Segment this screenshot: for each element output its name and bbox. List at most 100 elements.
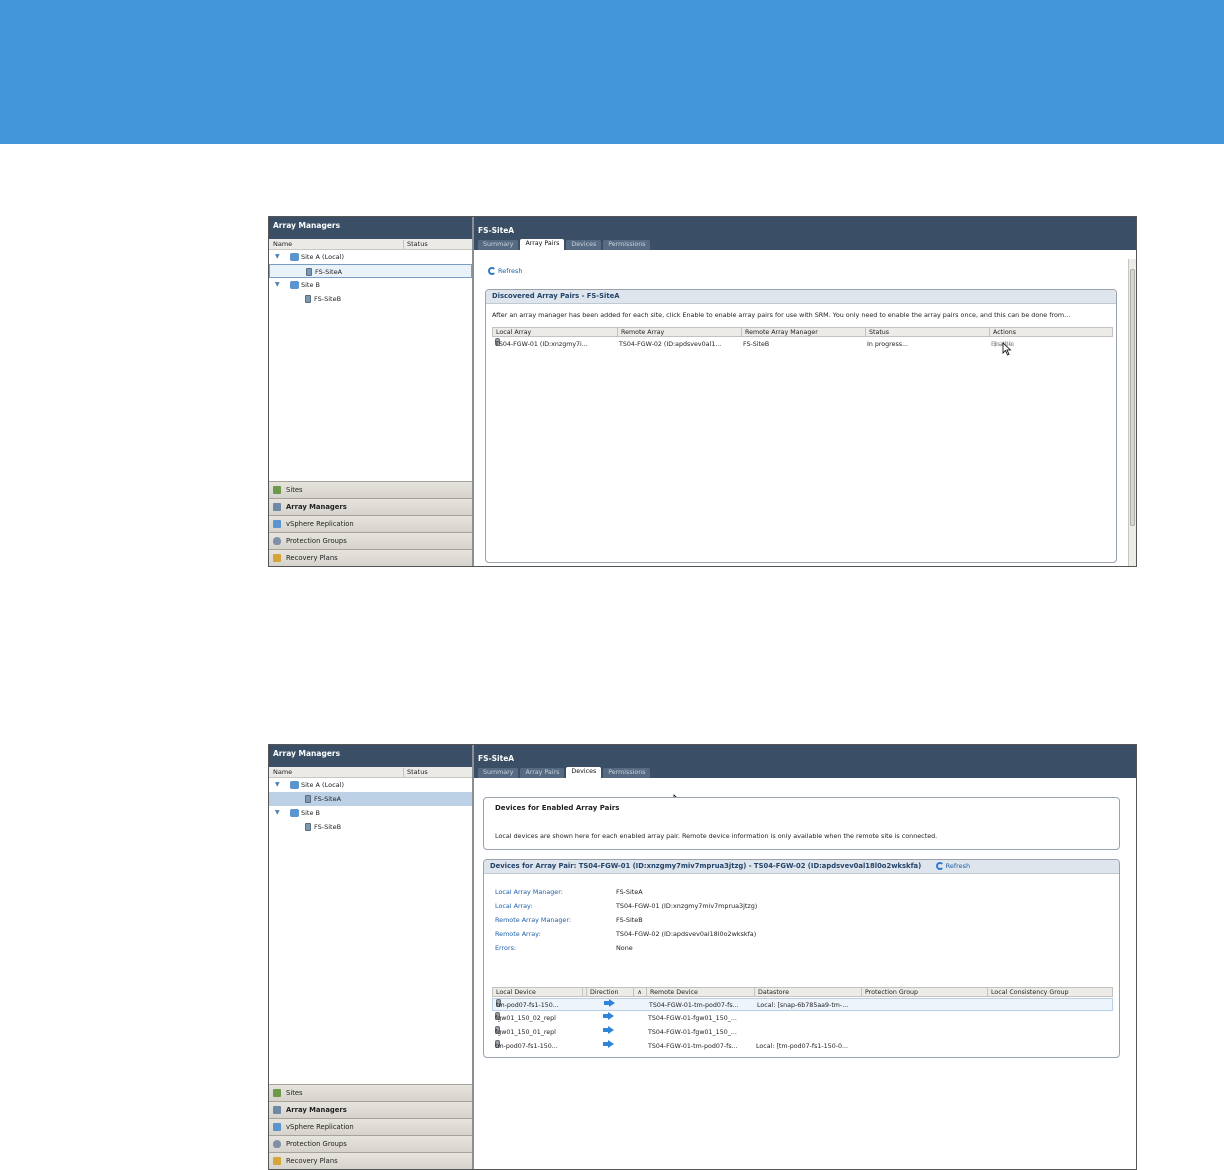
table-row[interactable]: TS04-FGW-01 (ID:xnzgmy7i... TS04-FGW-02 …	[492, 338, 1113, 351]
tab-bar: Summary Array Pairs Devices Permissions	[478, 767, 652, 778]
array-manager-icon	[306, 268, 312, 276]
page-title: FS-SiteA	[478, 754, 515, 763]
tree-item-site-b[interactable]: ▼ Site B	[269, 278, 472, 292]
recovery-plan-icon	[273, 554, 281, 562]
tab-array-pairs[interactable]: Array Pairs	[520, 768, 565, 778]
table-row[interactable]: fgw01_150_02_repl TS04-FGW-01-fgw01_150_…	[492, 1012, 1113, 1025]
tab-permissions[interactable]: Permissions	[603, 240, 651, 250]
tree-item-site-b[interactable]: ▼ Site B	[269, 806, 472, 820]
srm-window-array-pairs: Array Managers Name Status ▼ Site A (Loc…	[268, 216, 1137, 567]
panel-description: After an array manager has been added fo…	[492, 311, 1071, 319]
nav-recovery-plans[interactable]: Recovery Plans	[269, 549, 472, 566]
tree-item-site-a[interactable]: ▼ Site A (Local)	[269, 778, 472, 792]
col-local-array[interactable]: Local Array	[493, 328, 531, 337]
prop-value: FS-SiteB	[616, 916, 643, 924]
info-description: Local devices are shown here for each en…	[495, 832, 938, 840]
tree-item-fs-siteb[interactable]: FS-SiteB	[269, 820, 472, 834]
nav-sites[interactable]: Sites	[269, 481, 472, 498]
left-pane-title: Array Managers	[269, 745, 472, 767]
devices-table-header: Local Device Direction ∧ Remote Device Da…	[492, 987, 1113, 997]
tab-devices[interactable]: Devices	[566, 767, 602, 778]
expand-arrow-icon[interactable]: ▼	[275, 278, 280, 292]
scrollbar-thumb[interactable]	[1130, 269, 1135, 526]
tree-item-site-a[interactable]: ▼ Site A (Local)	[269, 250, 472, 264]
col-local-device[interactable]: Local Device	[493, 988, 536, 997]
col-datastore[interactable]: Datastore	[754, 988, 789, 997]
direction-arrow-icon	[603, 1040, 614, 1048]
col-protection-group[interactable]: Protection Group	[861, 988, 918, 997]
table-row[interactable]: tm-pod07-fs1-150... TS04-FGW-01-tm-pod07…	[492, 998, 1113, 1011]
column-status[interactable]: Status	[403, 240, 428, 249]
table-row[interactable]: tm-pod07-fs1-150... TS04-FGW-01-tm-pod07…	[492, 1040, 1113, 1053]
column-status[interactable]: Status	[403, 768, 428, 777]
mouse-cursor-icon	[1002, 342, 1012, 356]
tree-item-fs-siteb[interactable]: FS-SiteB	[269, 292, 472, 306]
page-title: FS-SiteA	[478, 226, 515, 235]
discovered-array-pairs-panel: Discovered Array Pairs - FS-SiteA After …	[485, 289, 1117, 563]
shield-icon	[273, 1140, 281, 1148]
srm-window-devices: Array Managers Name Status ▼ Site A (Loc…	[268, 744, 1137, 1170]
array-manager-icon	[305, 295, 311, 303]
tab-devices[interactable]: Devices	[566, 240, 602, 250]
nav-recovery-plans[interactable]: Recovery Plans	[269, 1152, 472, 1169]
refresh-link[interactable]: Refresh	[935, 862, 970, 870]
info-title: Devices for Enabled Array Pairs	[495, 804, 620, 812]
prop-value: None	[616, 944, 633, 952]
prop-value: FS-SiteA	[616, 888, 643, 896]
right-pane: FS-SiteA Summary Array Pairs Devices Per…	[474, 745, 1136, 1169]
sites-icon	[273, 486, 281, 494]
tab-summary[interactable]: Summary	[478, 240, 519, 250]
prop-label: Remote Array Manager:	[495, 916, 571, 924]
col-local-consistency-group[interactable]: Local Consistency Group	[987, 988, 1069, 997]
refresh-icon	[488, 267, 496, 275]
col-actions[interactable]: Actions	[989, 328, 1016, 337]
sort-ascending-icon: ∧	[633, 988, 642, 997]
site-icon	[290, 809, 299, 817]
prop-value: TS04-FGW-01 (ID:xnzgmy7miv7mprua3jtzg)	[616, 902, 758, 910]
nav-vsphere-replication[interactable]: vSphere Replication	[269, 1118, 472, 1135]
column-name[interactable]: Name	[273, 240, 292, 248]
prop-value: TS04-FGW-02 (ID:apdsvev0al18l0o2wkskfa)	[616, 930, 757, 938]
site-icon	[290, 253, 299, 261]
expand-arrow-icon[interactable]: ▼	[275, 806, 280, 820]
shield-icon	[273, 537, 281, 545]
nav-vsphere-replication[interactable]: vSphere Replication	[269, 515, 472, 532]
direction-arrow-icon	[603, 1012, 614, 1020]
tab-summary[interactable]: Summary	[478, 768, 519, 778]
expand-arrow-icon[interactable]: ▼	[275, 778, 280, 792]
array-pairs-table-header: Local Array Remote Array Remote Array Ma…	[492, 327, 1113, 337]
refresh-link[interactable]: Refresh	[488, 267, 523, 275]
col-remote-array-manager[interactable]: Remote Array Manager	[741, 328, 818, 337]
devices-info-panel: Devices for Enabled Array Pairs Local de…	[483, 797, 1120, 850]
nav-stack: Sites Array Managers vSphere Replication…	[269, 1084, 472, 1169]
nav-array-managers[interactable]: Array Managers	[269, 498, 472, 515]
array-manager-icon	[305, 823, 311, 831]
col-direction[interactable]: Direction ∧	[582, 988, 646, 997]
prop-label: Local Array:	[495, 902, 533, 910]
array-manager-icon	[305, 795, 311, 803]
tab-permissions[interactable]: Permissions	[603, 768, 651, 778]
col-status[interactable]: Status	[865, 328, 889, 337]
tree-item-fs-sitea[interactable]: FS-SiteA	[269, 792, 472, 806]
header-band	[0, 0, 1224, 144]
col-remote-array[interactable]: Remote Array	[617, 328, 664, 337]
table-row[interactable]: fgw01_150_01_repl TS04-FGW-01-fgw01_150_…	[492, 1026, 1113, 1039]
vertical-scrollbar[interactable]	[1128, 259, 1136, 566]
col-remote-device[interactable]: Remote Device	[646, 988, 698, 997]
nav-protection-groups[interactable]: Protection Groups	[269, 532, 472, 549]
tree-item-fs-sitea[interactable]: FS-SiteA	[269, 264, 472, 278]
array-manager-icon	[273, 1106, 281, 1114]
direction-arrow-icon	[603, 1026, 614, 1034]
prop-label: Remote Array:	[495, 930, 541, 938]
right-pane-header: FS-SiteA Summary Array Pairs Devices Per…	[474, 217, 1136, 250]
column-name[interactable]: Name	[273, 768, 292, 776]
nav-sites[interactable]: Sites	[269, 1084, 472, 1101]
direction-arrow-icon	[604, 999, 615, 1007]
refresh-icon	[935, 862, 944, 870]
tab-array-pairs[interactable]: Array Pairs	[520, 239, 565, 250]
nav-protection-groups[interactable]: Protection Groups	[269, 1135, 472, 1152]
prop-label: Errors:	[495, 944, 517, 952]
nav-array-managers[interactable]: Array Managers	[269, 1101, 472, 1118]
site-icon	[290, 781, 299, 789]
expand-arrow-icon[interactable]: ▼	[275, 250, 280, 264]
